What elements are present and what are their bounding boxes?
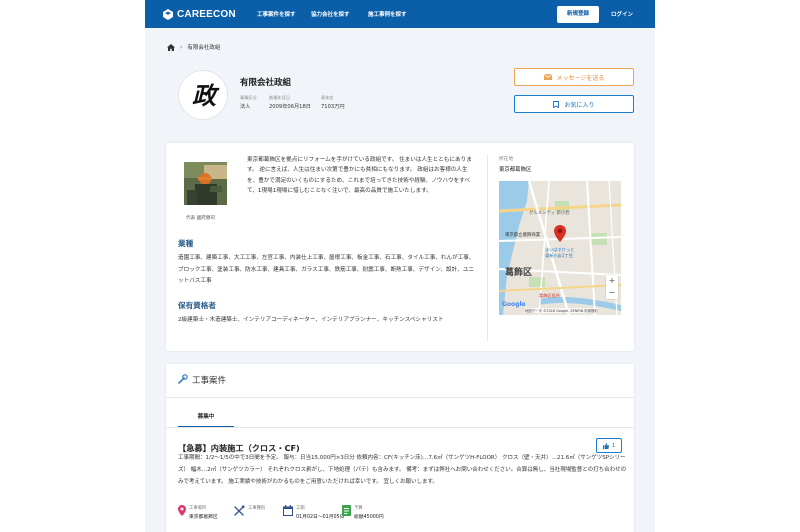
fact-period-label: 工期 [296, 506, 305, 511]
location-pin-icon [178, 505, 186, 516]
fact-location-label: 工事場所 [189, 506, 207, 511]
calendar-icon [283, 505, 293, 516]
map-label-gourmet: グルメシティ 新小岩 [529, 211, 570, 216]
breadcrumb-current: 有限会社政組 [187, 45, 221, 51]
map-copyright: 地図データ ©2018 Google, ZENRIN 利用規約 [525, 308, 598, 313]
company-name: 有限会社政組 [240, 78, 292, 88]
top-header: CAREECON 工事案件を探す 協力会社を探す 施工事例を探す 新規登録 ログ… [145, 0, 655, 28]
favorite-label: お気に入り [564, 101, 595, 109]
google-logo: Google [502, 301, 526, 308]
map-zoom-out-button[interactable]: − [606, 287, 618, 299]
tab-recruiting[interactable]: 募集中 [178, 412, 234, 420]
fact-location-value: 東京都葛飾区 [189, 515, 218, 520]
fact-budget: 予算 総額45000円 [342, 505, 384, 520]
fact-work-type: 工事種別 [234, 505, 265, 516]
location-value: 東京都葛飾区 [499, 167, 532, 173]
bookmark-icon [553, 100, 560, 108]
map-zoom-control: + − [606, 275, 618, 299]
meta-value-founded: 2009年06月18日 [269, 104, 311, 110]
send-message-button[interactable]: メッセージを送る [514, 68, 634, 86]
map-label-store: まいばすけっと 東新小岩1丁目 [545, 247, 575, 258]
breadcrumb: › 有限会社政組 [167, 43, 220, 51]
wrench-icon [178, 374, 188, 384]
brand-logo[interactable]: CAREECON [163, 8, 236, 21]
location-label: 所在地 [499, 157, 514, 162]
column-divider [487, 155, 488, 341]
fact-work-type-label: 工事種別 [248, 506, 266, 511]
works-card: 工事案件 募集中 【急募】内装施工（クロス・CF) 1 工事期間：1/2〜1/5… [166, 364, 634, 532]
worker-photo-image [184, 162, 227, 205]
fact-budget-value: 総額45000円 [354, 515, 384, 520]
tab-underline [166, 427, 634, 428]
company-intro: 東京都葛飾区を拠点にリフォームを手がけている政組です。 住まいは人生とともにあり… [247, 157, 472, 195]
nav-find-projects[interactable]: 工事案件を探す [257, 10, 296, 18]
representative-photo [184, 162, 227, 205]
page: CAREECON 工事案件を探す 協力会社を探す 施工事例を探す 新規登録 ログ… [145, 0, 655, 532]
meta-label-founded: 創業年月日 [269, 95, 290, 100]
fact-location: 工事場所 東京都葛飾区 [178, 505, 218, 520]
like-count: 1 [611, 442, 616, 449]
profile-card: 代表 國府健司 東京都葛飾区を拠点にリフォームを手がけている政組です。 住まいは… [166, 143, 634, 351]
company-avatar: 政 [178, 70, 228, 120]
trades-list: 造園工事、建築工事、大工工事、左官工事、内装仕上工事、屋根工事、板金工事、石工事… [178, 255, 475, 285]
location-map[interactable]: グルメシティ 新小岩 東京都立葛飾商業 葛飾区 まいばすけっと 東新小岩1丁目 … [499, 181, 621, 315]
map-pin-icon[interactable] [554, 225, 566, 242]
budget-document-icon [342, 505, 351, 516]
map-label-station: 東京都立葛飾商業 [505, 233, 541, 238]
login-link[interactable]: ログイン [611, 10, 633, 18]
tools-icon [234, 505, 245, 516]
nav-find-partners[interactable]: 協力会社を探す [311, 10, 350, 18]
fact-period-value: 01月02日〜01月05日 [296, 515, 345, 520]
works-heading: 工事案件 [192, 376, 227, 386]
job-description: 工事期間：1/2〜1/5の中で3日間を予定。 報与：日当15,000円×3日分 … [178, 455, 627, 485]
qualifications-heading: 保有資格者 [178, 301, 216, 310]
register-button[interactable]: 新規登録 [557, 6, 599, 23]
representative-name: 代表 國府健司 [186, 216, 216, 221]
company-logo-char: 政 [192, 81, 216, 110]
map-label-ward-office: 葛飾区役所 [539, 293, 560, 298]
trades-heading: 業種 [178, 239, 194, 248]
like-button[interactable]: 1 [596, 438, 622, 453]
home-icon[interactable] [167, 43, 175, 51]
map-zoom-in-button[interactable]: + [606, 275, 618, 287]
nav-find-cases[interactable]: 施工事例を探す [368, 10, 407, 18]
qualifications-list: 2級建築士・木造建築士、インテリアコーディネーター、インテリアプランナー、キッチ… [178, 317, 444, 323]
divider [166, 397, 634, 398]
map-label-ward: 葛飾区 [505, 268, 533, 278]
thumbs-up-icon [602, 442, 609, 449]
fact-budget-label: 予算 [354, 506, 363, 511]
meta-label-capital: 資本金 [321, 95, 334, 100]
favorite-button[interactable]: お気に入り [514, 95, 634, 113]
brand-name: CAREECON [177, 9, 236, 20]
send-message-label: メッセージを送る [556, 74, 605, 82]
chevron-right-icon: › [180, 43, 183, 51]
meta-label-business-type: 事業区分 [240, 95, 257, 100]
logo-mark-icon [163, 9, 173, 20]
fact-period: 工期 01月02日〜01月05日 [283, 505, 344, 520]
meta-value-capital: 7103万円 [321, 104, 345, 110]
meta-value-business-type: 法人 [240, 104, 251, 110]
envelope-icon [543, 74, 552, 80]
